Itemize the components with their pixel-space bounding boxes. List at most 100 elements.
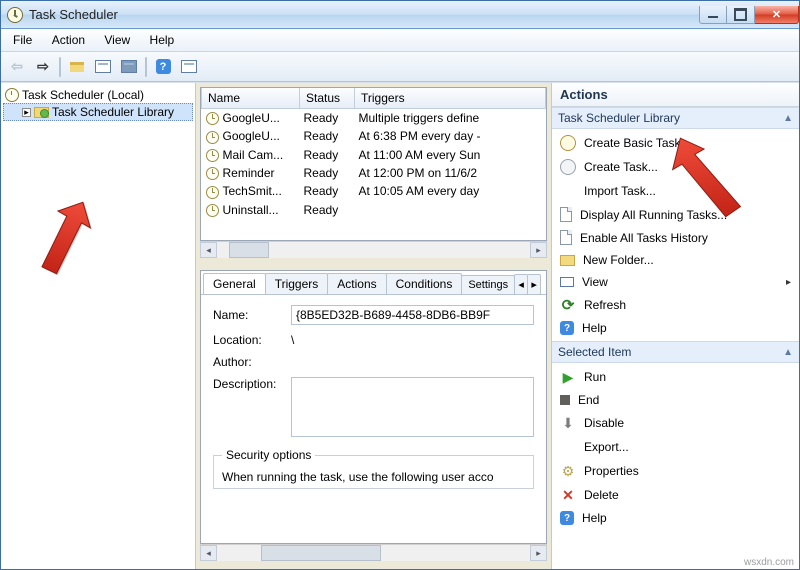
tree-root[interactable]: Task Scheduler (Local) [3, 87, 193, 103]
action-end[interactable]: End [552, 389, 799, 411]
new-folder-icon [560, 255, 575, 266]
action-export[interactable]: Export... [552, 435, 799, 459]
collapse-icon[interactable]: ▲ [783, 113, 793, 124]
toolbar-separator [59, 57, 61, 77]
menu-view[interactable]: View [96, 31, 138, 49]
tab-actions[interactable]: Actions [327, 273, 386, 294]
description-field[interactable] [291, 377, 534, 437]
action-create-basic-task[interactable]: Create Basic Task... [552, 131, 799, 155]
submenu-arrow-icon: ▸ [786, 277, 791, 288]
tab-general-body: Name: Location: \ Author: Description: [201, 295, 546, 543]
export-icon [560, 439, 576, 455]
table-row[interactable]: GoogleU...ReadyAt 6:38 PM every day - [202, 127, 546, 145]
tree-library-label: Task Scheduler Library [52, 105, 174, 119]
action-help-2[interactable]: ?Help [552, 507, 799, 529]
maximize-button[interactable] [727, 6, 755, 24]
menu-file[interactable]: File [5, 31, 40, 49]
action-help[interactable]: ?Help [552, 317, 799, 339]
navigation-tree-pane: Task Scheduler (Local) ▸ Task Scheduler … [1, 83, 196, 569]
minimize-button[interactable] [699, 6, 727, 24]
help-icon: ? [560, 321, 574, 335]
view-icon [560, 277, 574, 287]
location-label: Location: [213, 333, 291, 347]
back-button[interactable]: ⇦ [5, 55, 29, 79]
center-pane: Name Status Triggers GoogleU...ReadyMult… [196, 83, 551, 569]
tree-library[interactable]: ▸ Task Scheduler Library [3, 103, 193, 121]
table-row[interactable]: TechSmit...ReadyAt 10:05 AM every day [202, 182, 546, 200]
security-options-text: When running the task, use the following… [222, 470, 525, 484]
tree-root-label: Task Scheduler (Local) [22, 88, 144, 102]
actions-pane: Actions Task Scheduler Library ▲ Create … [551, 83, 799, 569]
action-properties[interactable]: Properties [552, 459, 799, 483]
name-field[interactable] [291, 305, 534, 325]
create-task-icon [560, 159, 576, 175]
action-refresh[interactable]: Refresh [552, 293, 799, 317]
section-library[interactable]: Task Scheduler Library ▲ [552, 107, 799, 129]
expand-icon[interactable]: ▸ [22, 108, 31, 117]
help-button[interactable]: ? [151, 55, 175, 79]
task-icon [206, 131, 219, 144]
col-triggers[interactable]: Triggers [355, 88, 546, 109]
tab-scroll-right[interactable]: ▸ [527, 274, 541, 294]
refresh-icon [560, 297, 576, 313]
action-delete[interactable]: ✕Delete [552, 483, 799, 507]
scroll-right-icon[interactable]: ▸ [530, 242, 547, 258]
col-name[interactable]: Name [202, 88, 300, 109]
actions-header: Actions [552, 83, 799, 107]
action-create-task[interactable]: Create Task... [552, 155, 799, 179]
running-tasks-icon [560, 207, 572, 222]
scroll-thumb[interactable] [229, 242, 269, 258]
task-icon [206, 204, 219, 217]
scroll-left-icon[interactable]: ◂ [200, 545, 217, 561]
tab-settings[interactable]: Settings [461, 275, 515, 294]
properties-icon [121, 60, 137, 73]
console-tree-icon [95, 60, 111, 73]
action-disable[interactable]: ⬇Disable [552, 411, 799, 435]
close-button[interactable] [755, 6, 799, 24]
show-hide-console-button[interactable] [91, 55, 115, 79]
disable-icon: ⬇ [560, 415, 576, 431]
horizontal-scrollbar-2[interactable]: ◂ ▸ [200, 544, 547, 561]
action-display-running[interactable]: Display All Running Tasks... [552, 203, 799, 226]
col-status[interactable]: Status [300, 88, 355, 109]
description-label: Description: [213, 377, 291, 391]
scroll-left-icon[interactable]: ◂ [200, 242, 217, 258]
properties-button[interactable] [117, 55, 141, 79]
task-icon [206, 167, 219, 180]
section-selected-item[interactable]: Selected Item ▲ [552, 341, 799, 363]
library-folder-icon [34, 107, 49, 118]
history-icon [560, 230, 572, 245]
toolbar: ⇦ ⇨ ? [1, 52, 799, 82]
action-view[interactable]: View▸ [552, 271, 799, 293]
tab-triggers[interactable]: Triggers [265, 273, 329, 294]
show-action-pane-button[interactable] [177, 55, 201, 79]
forward-button[interactable]: ⇨ [31, 55, 55, 79]
tab-conditions[interactable]: Conditions [386, 273, 463, 294]
delete-icon: ✕ [560, 487, 576, 503]
table-row[interactable]: Mail Cam...ReadyAt 11:00 AM every Sun [202, 146, 546, 164]
action-import-task[interactable]: Import Task... [552, 179, 799, 203]
action-new-folder[interactable]: New Folder... [552, 249, 799, 271]
app-clock-icon [7, 7, 23, 23]
table-row[interactable]: GoogleU...ReadyMultiple triggers define [202, 109, 546, 128]
scroll-right-icon[interactable]: ▸ [530, 545, 547, 561]
horizontal-scrollbar[interactable]: ◂ ▸ [200, 241, 547, 258]
create-basic-task-icon [560, 135, 576, 151]
action-run[interactable]: ▶Run [552, 365, 799, 389]
tab-general[interactable]: General [203, 273, 266, 295]
menu-action[interactable]: Action [44, 31, 93, 49]
tab-scroll-left[interactable]: ◂ [514, 274, 528, 294]
menu-help[interactable]: Help [142, 31, 183, 49]
security-options-legend: Security options [222, 448, 315, 462]
up-folder-button[interactable] [65, 55, 89, 79]
table-row[interactable]: ReminderReadyAt 12:00 PM on 11/6/2 [202, 164, 546, 182]
task-grid[interactable]: Name Status Triggers GoogleU...ReadyMult… [200, 87, 547, 241]
task-icon [206, 186, 219, 199]
table-row[interactable]: Uninstall...Ready [202, 201, 546, 219]
scheduler-icon [5, 88, 19, 102]
location-value: \ [291, 333, 534, 347]
scroll-thumb[interactable] [261, 545, 381, 561]
action-enable-history[interactable]: Enable All Tasks History [552, 226, 799, 249]
collapse-icon[interactable]: ▲ [783, 347, 793, 358]
run-icon: ▶ [560, 369, 576, 385]
